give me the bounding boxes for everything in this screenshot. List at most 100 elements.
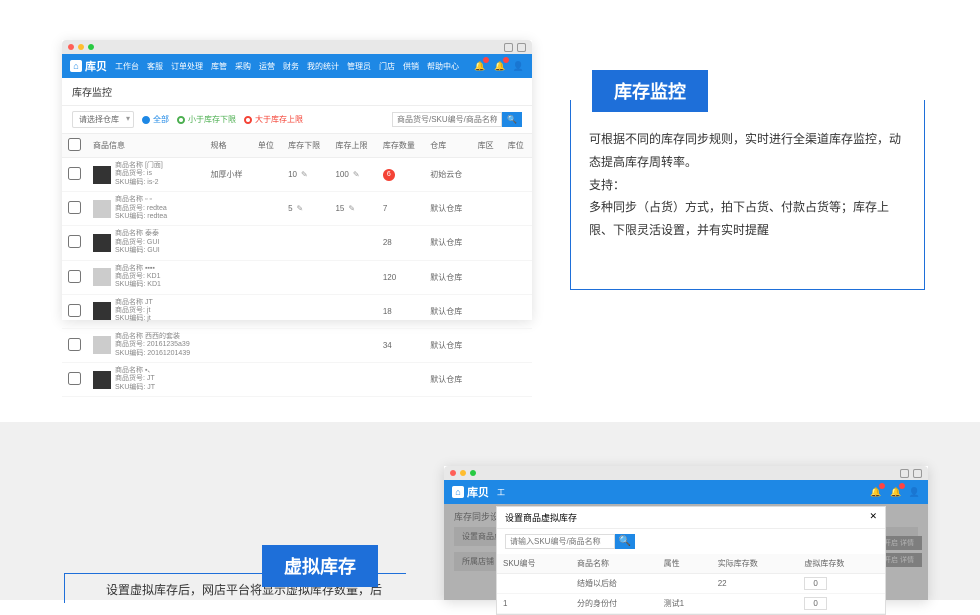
cell-low <box>282 260 329 294</box>
table-row: 商品名称 JT商品货号: jtSKU编码: jt 18 默认仓库 <box>62 294 532 328</box>
inventory-table: 商品信息 规格 单位 库存下限 库存上限 库存数量 仓库 库区 库位 商品名称 … <box>62 134 532 397</box>
nav-item[interactable]: 帮助中心 <box>427 61 459 72</box>
cell-high: 100✎ <box>329 158 376 192</box>
table-row: 1分的身份付测试10 <box>497 594 885 614</box>
brand-logo[interactable]: ⌂ 库贝 <box>70 58 107 74</box>
product-thumb <box>93 336 111 354</box>
edit-icon[interactable]: ✎ <box>297 204 304 213</box>
cell-high <box>329 260 376 294</box>
cell-wh: 默认仓库 <box>424 328 471 362</box>
window-titlebar <box>444 466 928 480</box>
nav-item[interactable]: 门店 <box>379 61 395 72</box>
max-dot[interactable] <box>470 470 476 476</box>
window-icon <box>517 43 526 52</box>
cell-low <box>282 328 329 362</box>
virt-input[interactable]: 0 <box>804 597 826 610</box>
edit-icon[interactable]: ✎ <box>348 204 355 213</box>
cell-spec <box>205 192 252 226</box>
modal-overlay: 设置商品虚拟库存 ✕ 🔍 SKU编号 商品名称 属性 实际库存数 虚拟库存数 结 <box>444 504 928 600</box>
nav-item[interactable]: 工作台 <box>497 487 505 498</box>
search-input[interactable] <box>392 112 502 127</box>
row-check[interactable] <box>68 338 81 351</box>
check-all[interactable] <box>68 138 81 151</box>
cell-wh: 默认仓库 <box>424 260 471 294</box>
brand-logo[interactable]: ⌂ 库贝 <box>452 484 489 500</box>
th: SKU编号 <box>497 554 571 574</box>
th: 单位 <box>252 134 282 158</box>
house-icon: ⌂ <box>70 60 82 72</box>
window-titlebar <box>62 40 532 54</box>
max-dot[interactable] <box>88 44 94 50</box>
nav-item[interactable]: 库管 <box>211 61 227 72</box>
window-icon <box>900 469 909 478</box>
product-info: 商品名称 泰泰商品货号: GUISKU编码: GUI <box>115 230 160 255</box>
cell-spec <box>205 226 252 260</box>
close-dot[interactable] <box>450 470 456 476</box>
filter-all[interactable]: 全部 <box>142 114 169 125</box>
filter-high[interactable]: 大于库存上限 <box>244 114 303 125</box>
close-icon[interactable]: ✕ <box>869 511 877 524</box>
nav-item[interactable]: 订单处理 <box>171 61 203 72</box>
th: 库存下限 <box>282 134 329 158</box>
nav-right: 🔔 🔔 👤 <box>473 59 524 73</box>
row-check[interactable] <box>68 372 81 385</box>
cell-high <box>329 226 376 260</box>
bell-icon[interactable]: 🔔 <box>869 485 883 499</box>
th: 仓库 <box>424 134 471 158</box>
row-check[interactable] <box>68 235 81 248</box>
nav-item[interactable]: 工作台 <box>115 61 139 72</box>
window-icon <box>504 43 513 52</box>
row-check[interactable] <box>68 304 81 317</box>
avatar-icon[interactable]: 👤 <box>513 61 524 72</box>
window-icon <box>913 469 922 478</box>
nav-item[interactable]: 运营 <box>259 61 275 72</box>
warehouse-select[interactable]: 请选择仓库 <box>72 111 134 128</box>
product-thumb <box>93 302 111 320</box>
row-check[interactable] <box>68 167 81 180</box>
virt-input[interactable]: 0 <box>804 577 826 590</box>
edit-icon[interactable]: ✎ <box>353 170 360 179</box>
nav-item[interactable]: 客服 <box>147 61 163 72</box>
edit-icon[interactable]: ✎ <box>301 170 308 179</box>
cell-qty <box>377 363 424 397</box>
row-check[interactable] <box>68 201 81 214</box>
min-dot[interactable] <box>78 44 84 50</box>
bell-icon[interactable]: 🔔 <box>473 59 487 73</box>
search-button[interactable]: 🔍 <box>502 112 522 127</box>
brand-text: 库贝 <box>85 58 107 74</box>
product-thumb <box>93 200 111 218</box>
avatar-icon[interactable]: 👤 <box>909 487 920 498</box>
house-icon: ⌂ <box>452 486 464 498</box>
table-row: 商品名称 ▪、商品货号: JTSKU编码: JT 默认仓库 <box>62 363 532 397</box>
modal-header: 设置商品虚拟库存 ✕ <box>497 507 885 529</box>
nav-item[interactable]: 我的统计 <box>307 61 339 72</box>
table-row: 商品名称 ▫ ▫商品货号: redteaSKU编码: redtea 5✎ 15✎… <box>62 192 532 226</box>
cell-low <box>282 226 329 260</box>
bell-icon[interactable]: 🔔 <box>889 485 903 499</box>
nav-item[interactable]: 管理员 <box>347 61 371 72</box>
nav-item[interactable]: 采购 <box>235 61 251 72</box>
feature-description: 可根据不同的库存同步规则，实时进行全渠道库存监控，动态提高库存周转率。支持：多种… <box>570 100 925 290</box>
min-dot[interactable] <box>460 470 466 476</box>
filter-low[interactable]: 小于库存下限 <box>177 114 236 125</box>
cell-wh: 默认仓库 <box>424 363 471 397</box>
row-check[interactable] <box>68 270 81 283</box>
product-thumb <box>93 234 111 252</box>
search-button[interactable]: 🔍 <box>615 534 635 549</box>
cell-low: 5✎ <box>282 192 329 226</box>
modal-search-input[interactable] <box>505 534 615 549</box>
th: 库位 <box>502 134 532 158</box>
cell-qty: 6 <box>377 158 424 192</box>
border-line <box>64 573 65 603</box>
screenshot-virtual-inventory: ⌂ 库贝 工作台 🔔 🔔 👤 库存同步设置 设置商品虚拟库存 所属店铺 开启 详… <box>444 466 928 600</box>
cell-qty: 28 <box>377 226 424 260</box>
product-thumb <box>93 166 111 184</box>
table-row: 商品名称 泰泰商品货号: GUISKU编码: GUI 28 默认仓库 <box>62 226 532 260</box>
nav-item[interactable]: 财务 <box>283 61 299 72</box>
bell-icon[interactable]: 🔔 <box>493 59 507 73</box>
close-dot[interactable] <box>68 44 74 50</box>
th: 规格 <box>205 134 252 158</box>
nav-item[interactable]: 供销 <box>403 61 419 72</box>
product-info: 商品名称 [门面]商品货号: isSKU编码: is-2 <box>115 162 163 187</box>
top-nav: ⌂ 库贝 工作台 客服 订单处理 库管 采购 运营 财务 我的统计 管理员 门店… <box>62 54 532 78</box>
